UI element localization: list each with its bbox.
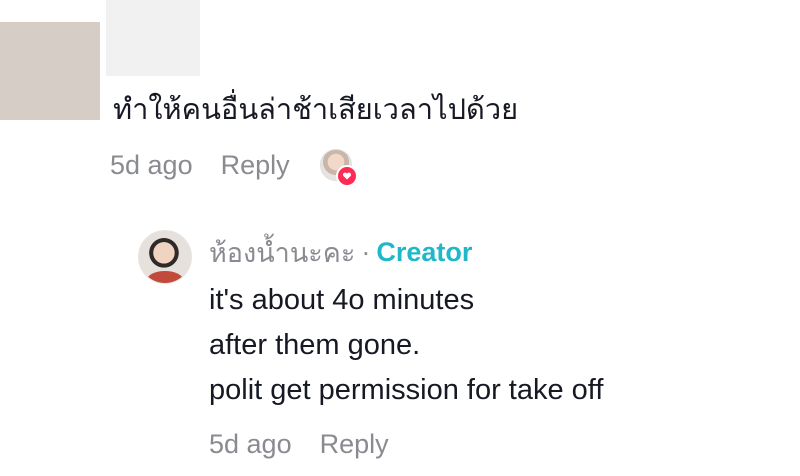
reply-text-line: after them gone. (209, 329, 421, 361)
comment-timestamp: 5d ago (110, 149, 193, 180)
reply-header: ห้องน้ำนะคะ · Creator (209, 232, 472, 272)
reply-button[interactable]: Reply (320, 429, 389, 460)
reply-text-line: polit get permission for take off (209, 374, 604, 406)
avatar-shirt (147, 271, 183, 283)
reply-text-line: it's about 4o minutes (209, 284, 475, 316)
reply-username[interactable]: ห้องน้ำนะคะ (209, 231, 355, 274)
separator-dot: · (361, 236, 371, 267)
creator-liked-indicator (319, 149, 358, 187)
reply-meta: 5d ago Reply (209, 424, 389, 464)
video-thumbnail[interactable] (106, 0, 200, 76)
reply-timestamp: 5d ago (209, 428, 292, 459)
heart-icon (335, 165, 358, 187)
avatar[interactable] (138, 230, 192, 284)
comment-meta: 5d ago Reply (110, 145, 358, 187)
creator-badge: Creator (376, 236, 473, 267)
reply-button[interactable]: Reply (221, 150, 290, 181)
comment-text: ทำให้คนอื่นล่าช้าเสียเวลาไปด้วย (113, 94, 519, 126)
reply-text: it's about 4o minutes after them gone. p… (209, 278, 603, 413)
video-thumbnail[interactable] (0, 22, 100, 120)
